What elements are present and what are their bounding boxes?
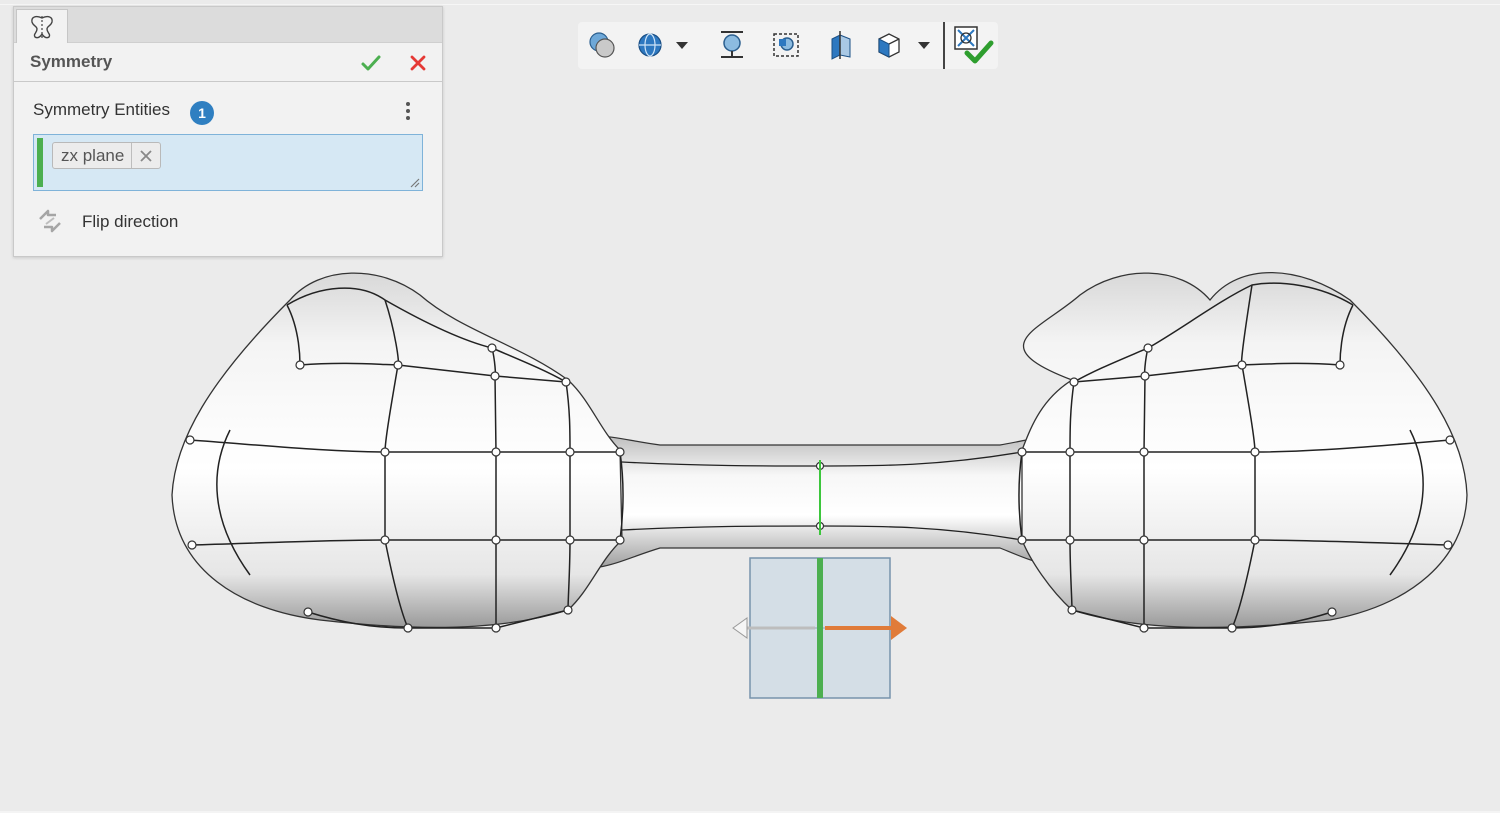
remove-entity-button[interactable] bbox=[131, 143, 160, 168]
zoom-to-fit-icon bbox=[721, 31, 743, 58]
selected-entity-chip[interactable]: zx plane bbox=[52, 142, 162, 169]
zoom-to-fit-button[interactable] bbox=[714, 28, 750, 62]
accept-manipulator-button[interactable] bbox=[951, 22, 997, 69]
cancel-button[interactable] bbox=[403, 49, 433, 77]
flip-direction-button[interactable]: Flip direction bbox=[36, 207, 178, 237]
section-view-button[interactable] bbox=[824, 28, 860, 62]
symmetry-manipulator[interactable] bbox=[732, 557, 907, 699]
check-icon bbox=[361, 55, 381, 71]
zoom-to-area-icon bbox=[773, 33, 799, 57]
more-vertical-icon bbox=[406, 102, 410, 106]
active-selection-indicator bbox=[37, 138, 43, 187]
selected-entity-label: zx plane bbox=[61, 145, 125, 165]
view-sphere-button[interactable] bbox=[633, 28, 693, 62]
flip-direction-icon bbox=[39, 209, 61, 233]
selection-count-badge: 1 bbox=[190, 101, 214, 125]
view-sphere-icon bbox=[638, 33, 662, 57]
selection-list-box[interactable]: zx plane bbox=[33, 134, 423, 191]
view-orientation-button[interactable] bbox=[874, 28, 934, 62]
view-orientation-icon bbox=[878, 33, 900, 58]
tab-symmetry[interactable] bbox=[16, 9, 68, 43]
close-icon bbox=[410, 55, 426, 71]
resize-grip-icon[interactable] bbox=[408, 176, 420, 188]
zoom-to-area-button[interactable] bbox=[768, 28, 804, 62]
close-icon bbox=[140, 149, 152, 162]
toolbar-separator bbox=[943, 22, 945, 69]
chevron-down-icon[interactable] bbox=[673, 36, 691, 54]
heads-up-toolbar bbox=[578, 22, 998, 69]
chevron-down-icon[interactable] bbox=[915, 36, 933, 54]
page-title: Symmetry bbox=[30, 52, 113, 71]
symmetry-icon bbox=[31, 15, 53, 39]
symmetry-property-panel: Symmetry Symmetry Entities 1 zx plane Fl… bbox=[13, 6, 443, 257]
accept-manipulator-icon bbox=[954, 25, 994, 63]
display-style-icon bbox=[589, 32, 615, 58]
flip-direction-label: Flip direction bbox=[82, 212, 179, 231]
section-view-icon bbox=[831, 31, 851, 60]
symmetry-entities-label: Symmetry Entities bbox=[33, 100, 170, 119]
display-style-button[interactable] bbox=[586, 28, 618, 62]
panel-tab-bar bbox=[14, 7, 442, 43]
panel-header: Symmetry bbox=[14, 43, 442, 82]
more-options-button[interactable] bbox=[398, 98, 418, 124]
ok-button[interactable] bbox=[356, 49, 386, 77]
